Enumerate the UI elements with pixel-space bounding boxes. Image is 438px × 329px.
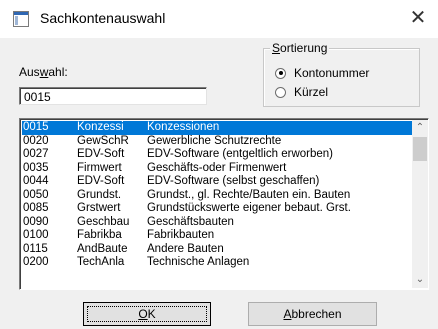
list-cell-name: Grundst., gl. Rechte/Bauten ein. Bauten [147,188,351,201]
list-cell-nr: 0050 [23,188,49,201]
list-row[interactable]: 0200 TechAnla Technische Anlagen [22,256,412,270]
list-cell-name: Geschäfts-oder Firmenwert [147,161,287,174]
list-row[interactable]: 0035 Firmwert Geschäfts-oder Firmenwert [22,162,412,176]
list-row[interactable]: 0090 Geschbau Geschäftsbauten [22,216,412,230]
list-cell-kurz: Grundst. [77,188,122,201]
list-row[interactable]: 0085 Grstwert Grundstückswerte eigener beb… [22,202,412,216]
list-cell-kurz: Konzessi [77,121,124,133]
cancel-button[interactable]: Abbrechen [248,302,377,326]
radio-button-selected[interactable] [275,67,286,79]
list-row[interactable]: 0020 GewSchR Gewerbliche Schutzrechte [22,135,412,149]
list-cell-kurz: AndBaute [77,242,128,255]
list-row[interactable]: 0050 Grundst. Grundst., gl. Rechte/Bauten … [22,189,412,203]
list-cell-nr: 0115 [23,242,48,255]
list-cell-kurz: Firmwert [77,161,122,174]
list-cell-name: EDV-Software (entgeltlich erworben) [147,148,333,160]
radio-kuerzel[interactable]: Kürzel [275,84,328,100]
list-cell-nr: 0015 [23,121,49,133]
list-row[interactable]: 0100 Fabrikba Fabrikbauten [22,229,412,243]
list-cell-name: Technische Anlagen [147,256,250,268]
scroll-thumb[interactable] [413,137,427,161]
vertical-scrollbar[interactable]: ⌃ ⌄ [412,120,428,288]
account-listbox[interactable]: 0015 Konzessi Konzessionen 0020 GewSchR Gewer… [19,118,429,290]
list-cell-name: Grundstückswerte eigener bebaut. Grst. [147,202,351,214]
window-icon [13,11,29,27]
radio-kontonummer[interactable]: Kontonummer [275,65,369,81]
list-row[interactable]: 0115 AndBaute Andere Bauten [22,243,412,257]
list-cell-nr: 0100 [23,229,49,241]
sortierung-label: Sortierung [270,41,330,55]
list-cell-name: Gewerbliche Schutzrechte [147,134,282,147]
list-cell-name: Geschäftsbauten [147,215,234,228]
ok-button[interactable]: OK [83,302,211,326]
list-cell-name: Fabrikbauten [147,229,215,241]
list-cell-kurz: Geschbau [77,215,130,228]
list-cell-kurz: Fabrikba [77,229,122,241]
list-cell-name: EDV-Software (selbst geschaffen) [147,175,320,187]
list-cell-kurz: GewSchR [77,134,129,147]
auswahl-input[interactable]: 0015 [19,87,207,105]
scroll-down-icon[interactable]: ⌄ [412,272,428,288]
list-cell-nr: 0200 [23,256,49,268]
list-cell-kurz: TechAnla [77,256,125,268]
list-row[interactable]: 0015 Konzessi Konzessionen [22,121,412,135]
scroll-up-icon[interactable]: ⌃ [412,120,428,136]
list-cell-nr: 0044 [23,175,49,187]
auswahl-label: Auswahl: [19,65,68,79]
list-cell-name: Konzessionen [147,121,220,133]
title-bar: Sachkontenauswahl ✕ [0,0,438,38]
list-row[interactable]: 0044 EDV-Soft EDV-Software (selbst geschaf… [22,175,412,189]
list-cell-kurz: EDV-Soft [77,175,125,187]
list-cell-kurz: EDV-Soft [77,148,125,160]
radio-button[interactable] [275,86,286,98]
list-row[interactable]: 0027 EDV-Soft EDV-Software (entgeltlich er… [22,148,412,162]
list-cell-nr: 0027 [23,148,49,160]
window-title: Sachkontenauswahl [40,10,166,26]
list-cell-nr: 0035 [23,161,49,174]
close-icon[interactable]: ✕ [398,0,438,34]
list-cell-nr: 0085 [23,202,49,214]
dialog-window: Sachkontenauswahl ✕ Auswahl: 0015 Sortie… [0,0,438,329]
list-cell-nr: 0020 [23,134,49,147]
list-cell-kurz: Grstwert [77,202,121,214]
list-cell-nr: 0090 [23,215,49,228]
list-cell-name: Andere Bauten [147,242,224,255]
